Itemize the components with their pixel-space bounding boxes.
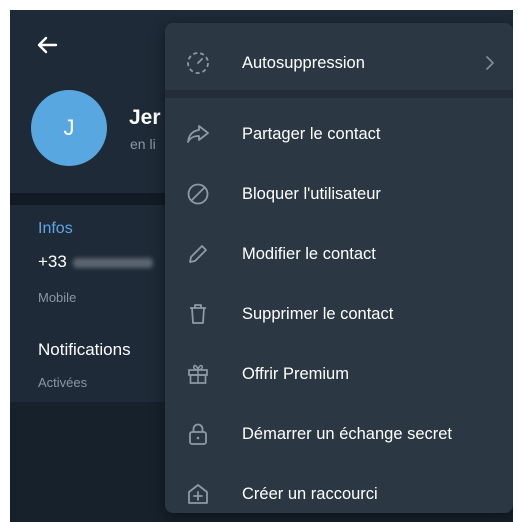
timer-icon: [183, 48, 213, 78]
menu-item-block-user[interactable]: Bloquer l'utilisateur: [165, 164, 513, 224]
menu-item-autosuppression[interactable]: Autosuppression: [165, 33, 513, 93]
menu-item-label: Offrir Premium: [242, 364, 349, 383]
avatar-initial: J: [63, 115, 75, 140]
menu-item-label: Modifier le contact: [242, 244, 376, 263]
menu-item-delete-contact[interactable]: Supprimer le contact: [165, 284, 513, 344]
menu-item-label: Supprimer le contact: [242, 304, 394, 323]
chevron-right-icon: [483, 53, 497, 73]
phone-redacted-blur: [72, 257, 153, 268]
pencil-icon: [183, 239, 213, 269]
phone-type-label: Mobile: [38, 290, 77, 305]
phone-prefix: +33: [38, 252, 67, 271]
back-arrow-icon[interactable]: [36, 34, 58, 56]
menu-item-edit-contact[interactable]: Modifier le contact: [165, 224, 513, 284]
avatar[interactable]: J: [31, 90, 107, 166]
menu-item-label: Partager le contact: [242, 124, 381, 143]
context-menu: Autosuppression Partager le contact Bloq…: [165, 23, 513, 513]
lock-icon: [183, 419, 213, 449]
notifications-label[interactable]: Notifications: [38, 340, 131, 360]
menu-item-label: Bloquer l'utilisateur: [242, 184, 381, 203]
menu-item-create-shortcut[interactable]: Créer un raccourci: [165, 464, 513, 522]
gift-icon: [183, 359, 213, 389]
menu-item-start-secret-chat[interactable]: Démarrer un échange secret: [165, 404, 513, 464]
menu-item-share-contact[interactable]: Partager le contact: [165, 104, 513, 164]
contact-profile-screen: J Jer en li Infos +33 Mobile Notificatio…: [10, 10, 513, 522]
contact-status: en li: [130, 136, 156, 152]
menu-item-gift-premium[interactable]: Offrir Premium: [165, 344, 513, 404]
menu-separator: [165, 90, 513, 98]
menu-item-label: Autosuppression: [242, 53, 365, 72]
share-icon: [183, 119, 213, 149]
trash-icon: [183, 299, 213, 329]
phone-number[interactable]: +33: [38, 252, 153, 272]
menu-item-label: Créer un raccourci: [242, 484, 378, 503]
block-icon: [183, 179, 213, 209]
contact-name: Jer: [129, 106, 161, 129]
menu-item-label: Démarrer un échange secret: [242, 424, 453, 443]
add-shortcut-icon: [183, 479, 213, 509]
notifications-value: Activées: [38, 375, 88, 390]
info-section-title: Infos: [38, 220, 73, 237]
